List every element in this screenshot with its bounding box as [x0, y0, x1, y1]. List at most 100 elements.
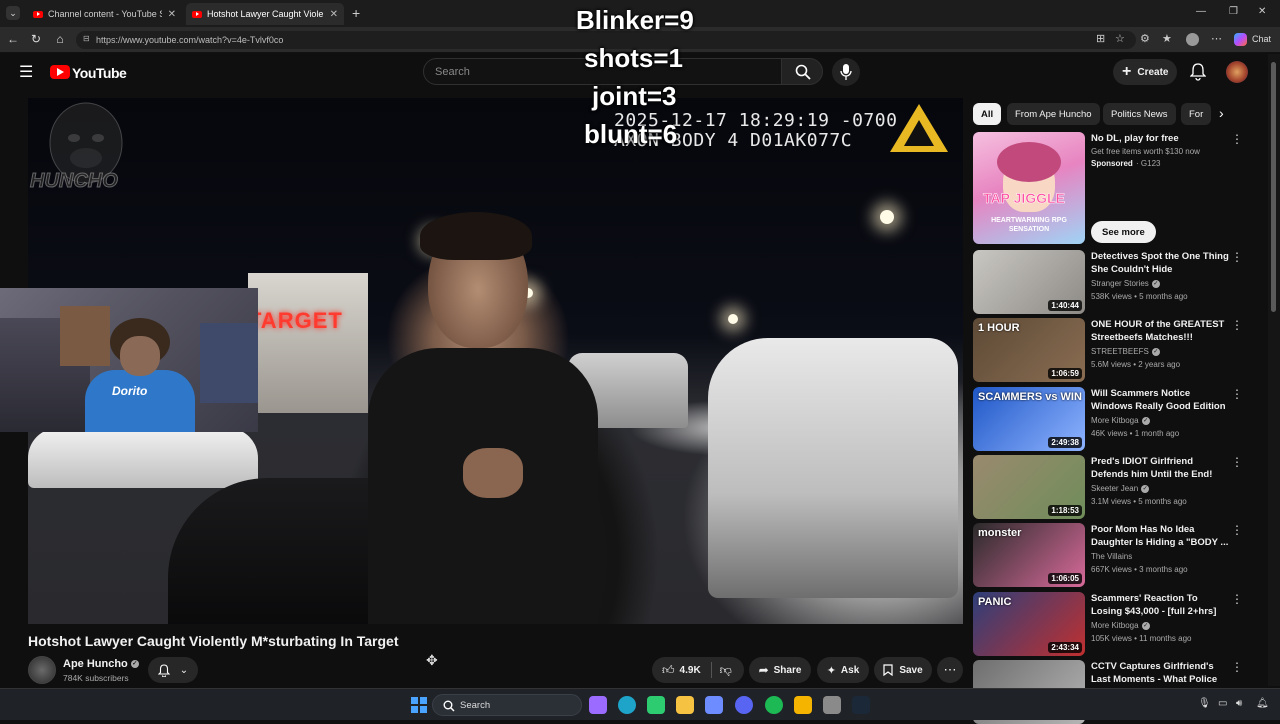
app-icon[interactable]: [647, 696, 665, 714]
tab-youtube-studio[interactable]: Channel content - YouTube Studio ✕: [27, 3, 182, 25]
video-thumbnail[interactable]: SCAMMERS vs WIN 2:49:38: [973, 387, 1085, 451]
share-button[interactable]: ➦ Share: [749, 657, 811, 683]
spotify-icon[interactable]: [765, 696, 783, 714]
chips-next-arrow-icon[interactable]: ›: [1219, 105, 1224, 121]
create-button[interactable]: + Create: [1113, 59, 1177, 85]
recommendation-card[interactable]: 1 HOUR 1:06:59 ONE HOUR of the GREATEST St…: [973, 318, 1263, 382]
recommendation-title[interactable]: Will Scammers Notice Windows Really Good…: [1091, 387, 1231, 413]
windows-start-icon[interactable]: [410, 696, 428, 714]
video-thumbnail[interactable]: PANIC 2:43:34: [973, 592, 1085, 656]
scrollbar-thumb[interactable]: [1271, 62, 1276, 312]
recommendation-title[interactable]: Poor Mom Has No Idea Daughter Is Hiding …: [1091, 523, 1231, 549]
recommendation-title[interactable]: ONE HOUR of the GREATEST Streetbeefs Mat…: [1091, 318, 1231, 344]
tab-close-icon[interactable]: ✕: [330, 9, 338, 20]
see-more-button[interactable]: See more: [1091, 221, 1156, 243]
youtube-logo-text[interactable]: YouTube: [72, 65, 127, 81]
tab-list-button[interactable]: ⌄: [6, 6, 20, 20]
youtube-logo-icon[interactable]: [50, 65, 70, 79]
page-info-icon[interactable]: ⊟: [83, 34, 90, 43]
recommendation-title[interactable]: CCTV Captures Girlfriend's Last Moments …: [1091, 660, 1231, 686]
app-available-icon[interactable]: ⊞: [1096, 32, 1105, 45]
sponsored-ad[interactable]: TAP JIGGLE HEARTWARMING RPG SENSATION No…: [973, 132, 1263, 244]
refresh-icon[interactable]: ↻: [28, 32, 44, 46]
maximize-button[interactable]: ❐: [1229, 6, 1238, 17]
ad-menu-icon[interactable]: ⋮: [1231, 132, 1243, 146]
favorite-star-icon[interactable]: ☆: [1115, 32, 1125, 45]
close-window-button[interactable]: ✕: [1258, 6, 1266, 17]
dislike-icon[interactable]: 👎︎: [720, 663, 732, 678]
discord-icon[interactable]: [735, 696, 753, 714]
steam-icon[interactable]: [852, 696, 870, 714]
recommendation-menu-icon[interactable]: ⋮: [1231, 318, 1243, 332]
back-arrow-icon[interactable]: ←: [5, 32, 21, 46]
recommendation-menu-icon[interactable]: ⋮: [1231, 455, 1243, 469]
profile-avatar[interactable]: [1186, 33, 1199, 46]
account-avatar[interactable]: [1226, 61, 1248, 83]
recommendation-channel[interactable]: STREETBEEFS ✓: [1091, 347, 1160, 356]
copilot-icon[interactable]: [1234, 33, 1247, 46]
ad-title[interactable]: No DL, play for free: [1091, 132, 1231, 145]
tab-close-icon[interactable]: ✕: [168, 9, 176, 20]
ask-button[interactable]: ✦ Ask: [817, 657, 869, 683]
favorites-icon[interactable]: ★: [1162, 32, 1172, 45]
new-tab-button[interactable]: +: [352, 5, 360, 21]
recommendation-card[interactable]: PANIC 2:43:34 Scammers' Reaction To Losing…: [973, 592, 1263, 656]
video-thumbnail[interactable]: 1:18:53: [973, 455, 1085, 519]
recommendation-card[interactable]: 1:18:53 Pred's IDIOT Girlfriend Defends h…: [973, 455, 1263, 519]
recommendation-channel[interactable]: Skeeter Jean ✓: [1091, 484, 1150, 493]
recommendation-channel[interactable]: More Kitboga ✓: [1091, 621, 1150, 630]
rockstar-icon[interactable]: [794, 696, 812, 714]
recommendation-channel[interactable]: The Villains: [1091, 552, 1132, 561]
chip-all[interactable]: All: [973, 103, 1002, 125]
recommendation-card[interactable]: SCAMMERS vs WIN 2:49:38 Will Scammers Noti…: [973, 387, 1263, 451]
minimize-button[interactable]: —: [1196, 6, 1206, 17]
tab-video[interactable]: Hotshot Lawyer Caught Violently M ✕: [186, 3, 344, 25]
display-tray-icon[interactable]: ▭: [1218, 698, 1227, 709]
like-count[interactable]: 4.9K: [680, 665, 701, 676]
more-menu-icon[interactable]: ⋯: [1211, 32, 1222, 45]
video-thumbnail[interactable]: 1 HOUR 1:06:59: [973, 318, 1085, 382]
copilot-chat-label[interactable]: Chat: [1252, 34, 1271, 44]
home-icon[interactable]: ⌂: [52, 32, 68, 46]
search-button[interactable]: [781, 58, 823, 85]
recommendation-menu-icon[interactable]: ⋮: [1231, 387, 1243, 401]
verified-icon: ✓: [1151, 279, 1160, 288]
recommendation-channel[interactable]: Stranger Stories ✓: [1091, 279, 1160, 288]
recommendation-menu-icon[interactable]: ⋮: [1231, 592, 1243, 606]
chip-politics-news[interactable]: Politics News: [1103, 103, 1176, 125]
subscribe-notification-button[interactable]: ⌄: [148, 657, 198, 683]
channel-name[interactable]: Ape Huncho ✓: [63, 658, 139, 670]
like-icon[interactable]: 👍︎: [662, 663, 675, 678]
file-explorer-icon[interactable]: [676, 696, 694, 714]
recommendation-menu-icon[interactable]: ⋮: [1231, 523, 1243, 537]
app2-icon[interactable]: [823, 696, 841, 714]
store-icon[interactable]: [705, 696, 723, 714]
recommendation-channel[interactable]: More Kitboga ✓: [1091, 416, 1150, 425]
recommendation-title[interactable]: Detectives Spot the One Thing She Couldn…: [1091, 250, 1231, 276]
notifications-tray-icon[interactable]: 🔔︎: [1256, 698, 1269, 709]
video-thumbnail[interactable]: 1:40:44: [973, 250, 1085, 314]
recommendation-menu-icon[interactable]: ⋮: [1231, 250, 1243, 264]
hamburger-menu-icon[interactable]: ☰: [19, 62, 33, 82]
edge-icon[interactable]: [618, 696, 636, 714]
channel-avatar[interactable]: [28, 656, 56, 684]
extensions-icon[interactable]: ⚙: [1140, 32, 1150, 45]
recommendation-card[interactable]: 1:40:44 Detectives Spot the One Thing She…: [973, 250, 1263, 314]
recommendation-menu-icon[interactable]: ⋮: [1231, 660, 1243, 674]
recommendation-title[interactable]: Scammers' Reaction To Losing $43,000 - […: [1091, 592, 1231, 618]
save-button[interactable]: Save: [874, 657, 932, 683]
more-actions-button[interactable]: ⋯: [937, 657, 963, 683]
chip-for-you[interactable]: For: [1181, 103, 1212, 125]
copilot-icon[interactable]: [589, 696, 607, 714]
volume-tray-icon[interactable]: 🔊︎: [1236, 698, 1242, 709]
voice-search-button[interactable]: [832, 58, 860, 86]
recommendation-card[interactable]: monster 1:06:05 Poor Mom Has No Idea Daugh…: [973, 523, 1263, 587]
ad-thumbnail[interactable]: TAP JIGGLE HEARTWARMING RPG SENSATION: [973, 132, 1085, 244]
microphone-tray-icon[interactable]: 🎙︎: [1198, 698, 1211, 709]
store-sign: TARGET: [248, 308, 343, 333]
recommendation-title[interactable]: Pred's IDIOT Girlfriend Defends him Unti…: [1091, 455, 1231, 481]
chip-from-channel[interactable]: From Ape Huncho: [1007, 103, 1100, 125]
video-thumbnail[interactable]: monster 1:06:05: [973, 523, 1085, 587]
taskbar-search-box[interactable]: Search: [432, 694, 582, 716]
notifications-bell-icon[interactable]: [1190, 63, 1206, 81]
